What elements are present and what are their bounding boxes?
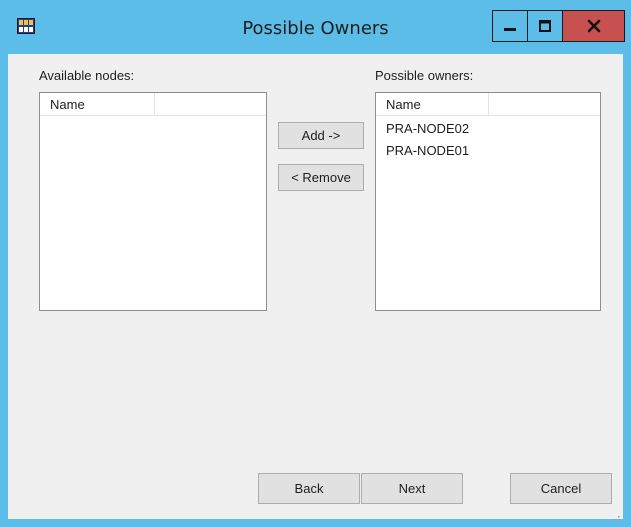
- minimize-icon: [504, 28, 516, 31]
- owner-list-item[interactable]: PRA-NODE02: [386, 121, 469, 136]
- owners-name-column[interactable]: Name: [386, 97, 421, 112]
- maximize-button[interactable]: [527, 10, 563, 42]
- available-column-header[interactable]: Name: [40, 93, 266, 116]
- maximize-icon: [539, 20, 551, 32]
- possible-owners-label: Possible owners:: [375, 68, 474, 83]
- possible-owners-list[interactable]: Name PRA-NODE02 PRA-NODE01: [375, 92, 601, 311]
- dialog-client-area: Available nodes: Name Add -> < Remove Po…: [8, 54, 623, 521]
- remove-button[interactable]: < Remove: [278, 164, 364, 191]
- back-button[interactable]: Back: [258, 473, 360, 504]
- available-name-column[interactable]: Name: [50, 97, 85, 112]
- column-divider: [488, 93, 489, 115]
- possible-owners-window: Possible Owners Available nodes: Name Ad…: [0, 0, 631, 527]
- owner-list-item[interactable]: PRA-NODE01: [386, 143, 469, 158]
- available-nodes-label: Available nodes:: [39, 68, 135, 83]
- column-divider: [154, 93, 155, 115]
- cancel-button[interactable]: Cancel: [510, 473, 612, 504]
- resize-grip-icon[interactable]: [612, 508, 620, 521]
- next-button[interactable]: Next: [361, 473, 463, 504]
- close-icon: [587, 19, 600, 33]
- close-button[interactable]: [562, 10, 625, 42]
- available-nodes-list[interactable]: Name: [39, 92, 267, 311]
- title-bar[interactable]: Possible Owners: [0, 0, 631, 54]
- add-button[interactable]: Add ->: [278, 122, 364, 149]
- minimize-button[interactable]: [492, 10, 528, 42]
- owners-column-header[interactable]: Name: [376, 93, 600, 116]
